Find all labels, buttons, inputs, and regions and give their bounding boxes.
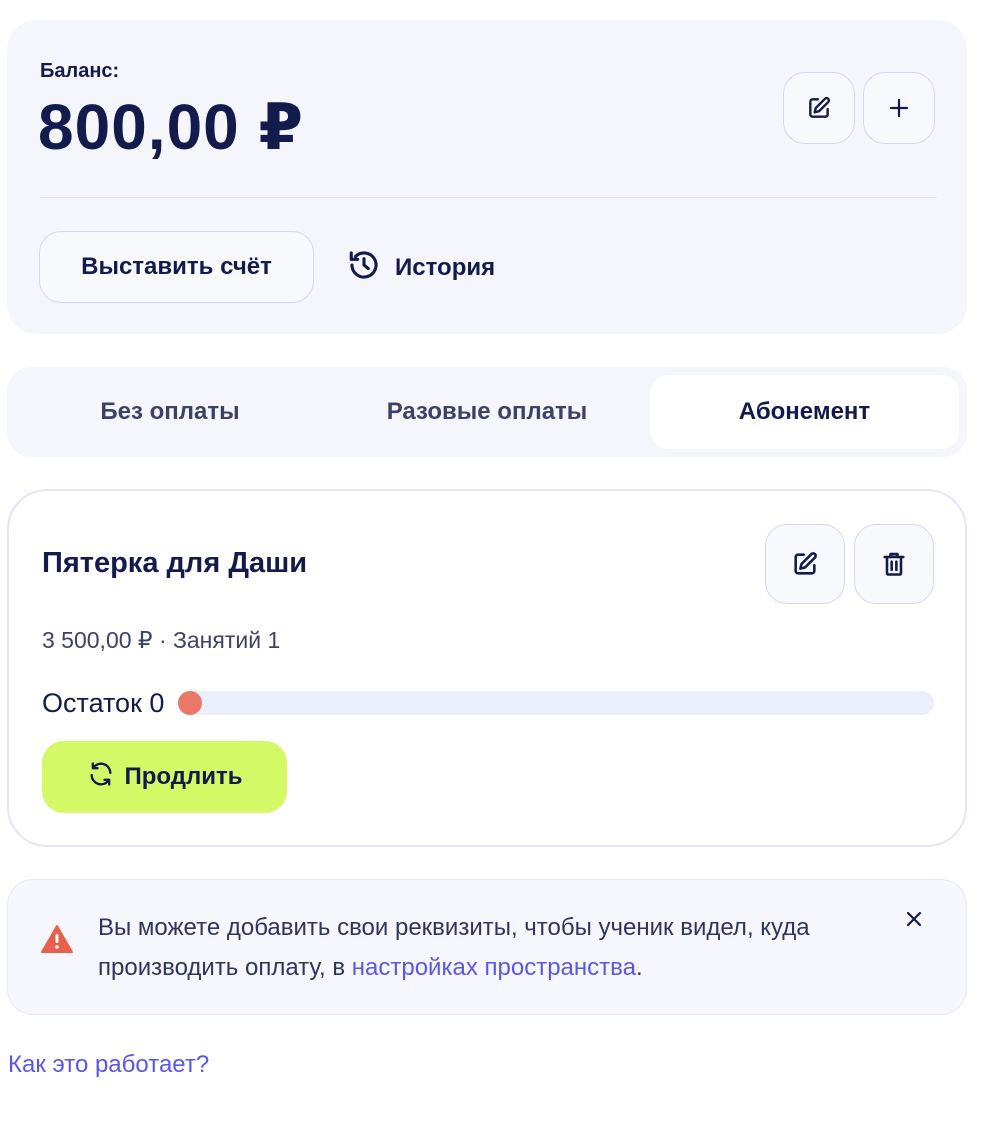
edit-icon	[806, 95, 832, 121]
balance-label: Баланс:	[40, 60, 120, 82]
history-label: История	[395, 254, 496, 281]
divider	[40, 197, 937, 198]
remaining-progress-bar	[178, 691, 934, 715]
notice-text: Вы можете добавить свои реквизиты, чтобы…	[98, 908, 888, 988]
remaining-progress-indicator	[178, 691, 203, 715]
warning-icon	[40, 924, 74, 959]
balance-card: Баланс: 800,00 ₽ Выставить счёт История	[7, 20, 967, 334]
renew-label: Продлить	[124, 763, 243, 790]
tab-no-payment[interactable]: Без оплаты	[15, 375, 325, 449]
balance-value: 800,00 ₽	[38, 91, 305, 163]
subscription-price-lessons: 3 500,00 ₽ · Занятий 1	[42, 627, 281, 653]
renew-button[interactable]: Продлить	[42, 741, 287, 813]
history-icon	[347, 248, 381, 289]
delete-subscription-button[interactable]	[854, 524, 934, 604]
subscription-card: Пятерка для Даши 3 500,00 ₽ · Занятий 1	[7, 489, 967, 847]
how-it-works-link[interactable]: Как это работает?	[8, 1051, 209, 1079]
edit-balance-button[interactable]	[783, 72, 855, 144]
remaining-label: Остаток 0	[42, 687, 165, 718]
close-icon	[905, 910, 923, 933]
space-settings-link[interactable]: настройках пространства	[352, 954, 636, 981]
edit-subscription-button[interactable]	[765, 524, 845, 604]
issue-invoice-button[interactable]: Выставить счёт	[39, 231, 314, 303]
requisites-notice: Вы можете добавить свои реквизиты, чтобы…	[7, 879, 967, 1015]
tab-one-time-payments[interactable]: Разовые оплаты	[332, 375, 642, 449]
tab-subscription[interactable]: Абонемент	[650, 375, 959, 449]
notice-text-end: .	[635, 954, 643, 981]
edit-icon	[791, 550, 819, 578]
subscription-title: Пятерка для Даши	[42, 547, 308, 579]
trash-icon	[880, 550, 908, 578]
history-link[interactable]: История	[347, 248, 495, 288]
remaining-row: Остаток 0	[42, 683, 934, 723]
plus-icon	[887, 96, 911, 120]
payment-panel: Баланс: 800,00 ₽ Выставить счёт История …	[0, 0, 1000, 1126]
payment-type-tabs: Без оплаты Разовые оплаты Абонемент	[7, 367, 967, 457]
add-balance-button[interactable]	[863, 72, 935, 144]
close-notice-button[interactable]	[901, 908, 927, 934]
refresh-icon	[87, 760, 115, 795]
